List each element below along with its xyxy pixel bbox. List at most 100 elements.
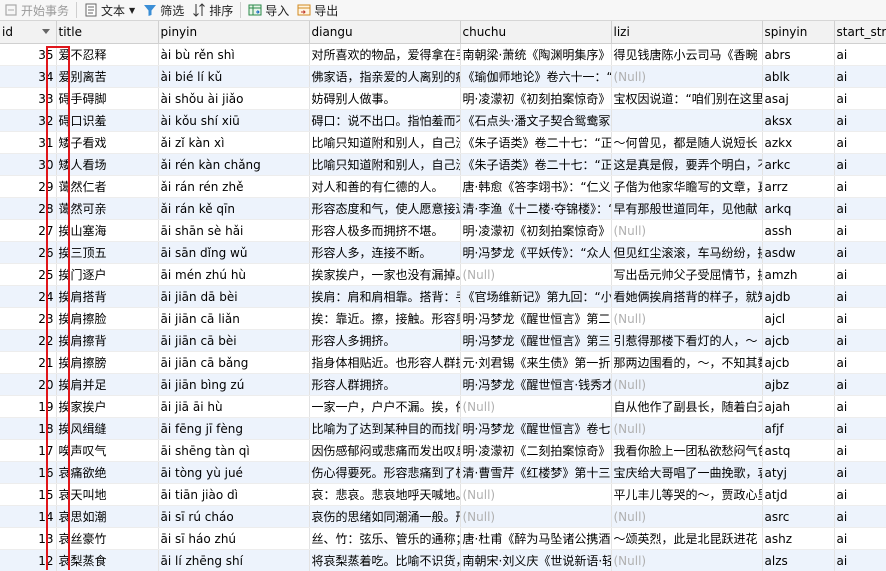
cell-title[interactable]: 挨肩并足 — [56, 373, 159, 396]
cell-start-str[interactable]: ai — [834, 417, 886, 440]
table-row[interactable]: 17 唉声叹气 āi shēng tàn qì 因伤感郁闷或悲痛而发出叹息 明·凌濛初《… — [0, 439, 886, 462]
cell-spinyin[interactable]: azkx — [762, 131, 835, 154]
cell-title[interactable]: 挨肩搭背 — [56, 285, 159, 308]
cell-diangu[interactable]: 对人和善的有仁德的人。 — [309, 175, 461, 198]
cell-title[interactable]: 爱别离苦 — [56, 65, 159, 88]
column-header-lizi[interactable]: lizi — [611, 21, 763, 44]
cell-diangu[interactable]: 哀伤的思绪如同潮涌一般。形 — [309, 505, 461, 528]
cell-id[interactable]: 25 — [0, 263, 57, 286]
cell-spinyin[interactable]: asaj — [762, 87, 835, 110]
cell-lizi[interactable]: 写出岳元帅父子受屈情节，挨 — [611, 263, 763, 286]
cell-start-str[interactable]: ai — [834, 307, 886, 330]
cell-lizi[interactable]: 得见钱唐陈小云司马《香畹 — [611, 43, 763, 66]
cell-id[interactable]: 17 — [0, 439, 57, 462]
cell-start-str[interactable]: ai — [834, 43, 886, 66]
cell-lizi[interactable]: 但见红尘滚滚，车马纷纷，挨 — [611, 241, 763, 264]
cell-spinyin[interactable]: atjd — [762, 483, 835, 506]
cell-diangu[interactable]: 形容人极多而拥挤不堪。 — [309, 219, 461, 242]
cell-start-str[interactable]: ai — [834, 395, 886, 418]
cell-chuchu[interactable]: 清·曹雪芹《红楼梦》第十三 — [460, 461, 612, 484]
cell-pinyin[interactable]: ǎi zǐ kàn xì — [158, 131, 310, 154]
table-row[interactable]: 25 挨门逐户 āi mén zhú hù 挨家挨户，一家也没有漏掉。 (Null) 写出… — [0, 263, 886, 286]
export-button[interactable]: 导出 — [293, 0, 342, 20]
cell-id[interactable]: 29 — [0, 175, 57, 198]
table-row[interactable]: 31 矮子看戏 ǎi zǐ kàn xì 比喻只知道附和别人，自己没 《朱子语类》卷二十… — [0, 131, 886, 154]
cell-start-str[interactable]: ai — [834, 263, 886, 286]
cell-lizi[interactable] — [611, 109, 763, 132]
text-button[interactable]: 文本 ▼ — [80, 0, 139, 20]
cell-id[interactable]: 13 — [0, 527, 57, 550]
cell-spinyin[interactable]: alzs — [762, 549, 835, 571]
column-header-title[interactable]: title — [56, 21, 159, 44]
cell-diangu[interactable]: 比喻为了达到某种目的而找门 — [309, 417, 461, 440]
cell-pinyin[interactable]: āi lí zhēng shí — [158, 549, 310, 571]
cell-pinyin[interactable]: ǎi rán rén zhě — [158, 175, 310, 198]
cell-spinyin[interactable]: arrz — [762, 175, 835, 198]
cell-diangu[interactable]: 伤心得要死。形容悲痛到了极 — [309, 461, 461, 484]
cell-lizi[interactable]: (Null) — [611, 417, 763, 440]
cell-diangu[interactable]: 挨家挨户，一家也没有漏掉。 — [309, 263, 461, 286]
cell-lizi[interactable]: (Null) — [611, 549, 763, 571]
column-header-diangu[interactable]: diangu — [309, 21, 461, 44]
cell-spinyin[interactable]: aksx — [762, 109, 835, 132]
cell-title[interactable]: 哀丝豪竹 — [56, 527, 159, 550]
column-header-spinyin[interactable]: spinyin — [762, 21, 835, 44]
table-row[interactable]: 26 挨三顶五 āi sān dǐng wǔ 形容人多，连接不断。 明·冯梦龙《平妖传》… — [0, 241, 886, 264]
cell-pinyin[interactable]: ài bù rěn shì — [158, 43, 310, 66]
cell-title[interactable]: 哀天叫地 — [56, 483, 159, 506]
sort-button[interactable]: 排序 — [188, 0, 237, 20]
cell-title[interactable]: 挨肩擦背 — [56, 329, 159, 352]
cell-pinyin[interactable]: āi jiān bìng zú — [158, 373, 310, 396]
cell-id[interactable]: 24 — [0, 285, 57, 308]
cell-id[interactable]: 30 — [0, 153, 57, 176]
cell-pinyin[interactable]: āi tiān jiào dì — [158, 483, 310, 506]
cell-title[interactable]: 挨山塞海 — [56, 219, 159, 242]
column-header-pinyin[interactable]: pinyin — [158, 21, 310, 44]
cell-pinyin[interactable]: ài bié lí kǔ — [158, 65, 310, 88]
cell-chuchu[interactable]: (Null) — [460, 483, 612, 506]
cell-lizi[interactable]: (Null) — [611, 373, 763, 396]
table-row[interactable]: 35 爱不忍释 ài bù rěn shì 对所喜欢的物品，爱得拿在手 南朝梁·萧统《陶… — [0, 43, 886, 66]
cell-spinyin[interactable]: ajah — [762, 395, 835, 418]
cell-spinyin[interactable]: astq — [762, 439, 835, 462]
cell-title[interactable]: 挨家挨户 — [56, 395, 159, 418]
cell-start-str[interactable]: ai — [834, 219, 886, 242]
cell-lizi[interactable]: ～何曾见，都是随人说短长 — [611, 131, 763, 154]
cell-diangu[interactable]: 哀：悲哀。悲哀地呼天喊地。 — [309, 483, 461, 506]
cell-title[interactable]: 哀痛欲绝 — [56, 461, 159, 484]
cell-pinyin[interactable]: āi jiān cā bèi — [158, 329, 310, 352]
cell-id[interactable]: 26 — [0, 241, 57, 264]
table-row[interactable]: 19 挨家挨户 āi jiā āi hù 一家一户，户户不漏。挨，依 (Null) 自从他… — [0, 395, 886, 418]
cell-chuchu[interactable]: 《瑜伽师地论》卷六十一：“ — [460, 65, 612, 88]
cell-lizi[interactable]: 我看你脸上一团私欲愁闷气色 — [611, 439, 763, 462]
cell-lizi[interactable]: 宝庆给大哥唱了一曲挽歌，哀 — [611, 461, 763, 484]
cell-start-str[interactable]: ai — [834, 175, 886, 198]
cell-start-str[interactable]: ai — [834, 373, 886, 396]
cell-id[interactable]: 23 — [0, 307, 57, 330]
cell-title[interactable]: 矮子看戏 — [56, 131, 159, 154]
table-row[interactable]: 18 挨风缉缝 āi fēng jī fèng 比喻为了达到某种目的而找门 明·冯梦龙《… — [0, 417, 886, 440]
cell-id[interactable]: 28 — [0, 197, 57, 220]
cell-lizi[interactable]: 平儿丰儿等哭的～，贾政心里 — [611, 483, 763, 506]
table-row[interactable]: 27 挨山塞海 āi shān sè hǎi 形容人极多而拥挤不堪。 明·凌濛初《初刻拍… — [0, 219, 886, 242]
cell-pinyin[interactable]: āi jiān dā bèi — [158, 285, 310, 308]
begin-transaction-button[interactable]: 开始事务 — [0, 0, 73, 20]
cell-spinyin[interactable]: ablk — [762, 65, 835, 88]
cell-chuchu[interactable]: 唐·杜甫《醉为马坠诸公携酒 — [460, 527, 612, 550]
cell-start-str[interactable]: ai — [834, 131, 886, 154]
cell-lizi[interactable]: (Null) — [611, 65, 763, 88]
cell-start-str[interactable]: ai — [834, 505, 886, 528]
cell-lizi[interactable]: 看她俩挨肩搭背的样子，就知 — [611, 285, 763, 308]
cell-spinyin[interactable]: arkq — [762, 197, 835, 220]
cell-title[interactable]: 挨肩擦膀 — [56, 351, 159, 374]
cell-chuchu[interactable]: (Null) — [460, 395, 612, 418]
cell-lizi[interactable]: 早有那般世道同年，见他献 — [611, 197, 763, 220]
table-row[interactable]: 20 挨肩并足 āi jiān bìng zú 形容人群拥挤。 明·冯梦龙《醒世恒言·钱… — [0, 373, 886, 396]
cell-diangu[interactable]: 一家一户，户户不漏。挨，依 — [309, 395, 461, 418]
cell-title[interactable]: 挨三顶五 — [56, 241, 159, 264]
table-row[interactable]: 28 蔼然可亲 ǎi rán kě qīn 形容态度和气，使人愿意接近 清·李渔《十二楼… — [0, 197, 886, 220]
cell-chuchu[interactable]: 清·李渔《十二楼·夺锦楼》：“ — [460, 197, 612, 220]
table-row[interactable]: 24 挨肩搭背 āi jiān dā bèi 挨肩：肩和肩相靠。搭背：手 《官场维新记》… — [0, 285, 886, 308]
cell-chuchu[interactable]: 明·冯梦龙《醒世恒言》第三 — [460, 329, 612, 352]
cell-pinyin[interactable]: āi sī háo zhú — [158, 527, 310, 550]
